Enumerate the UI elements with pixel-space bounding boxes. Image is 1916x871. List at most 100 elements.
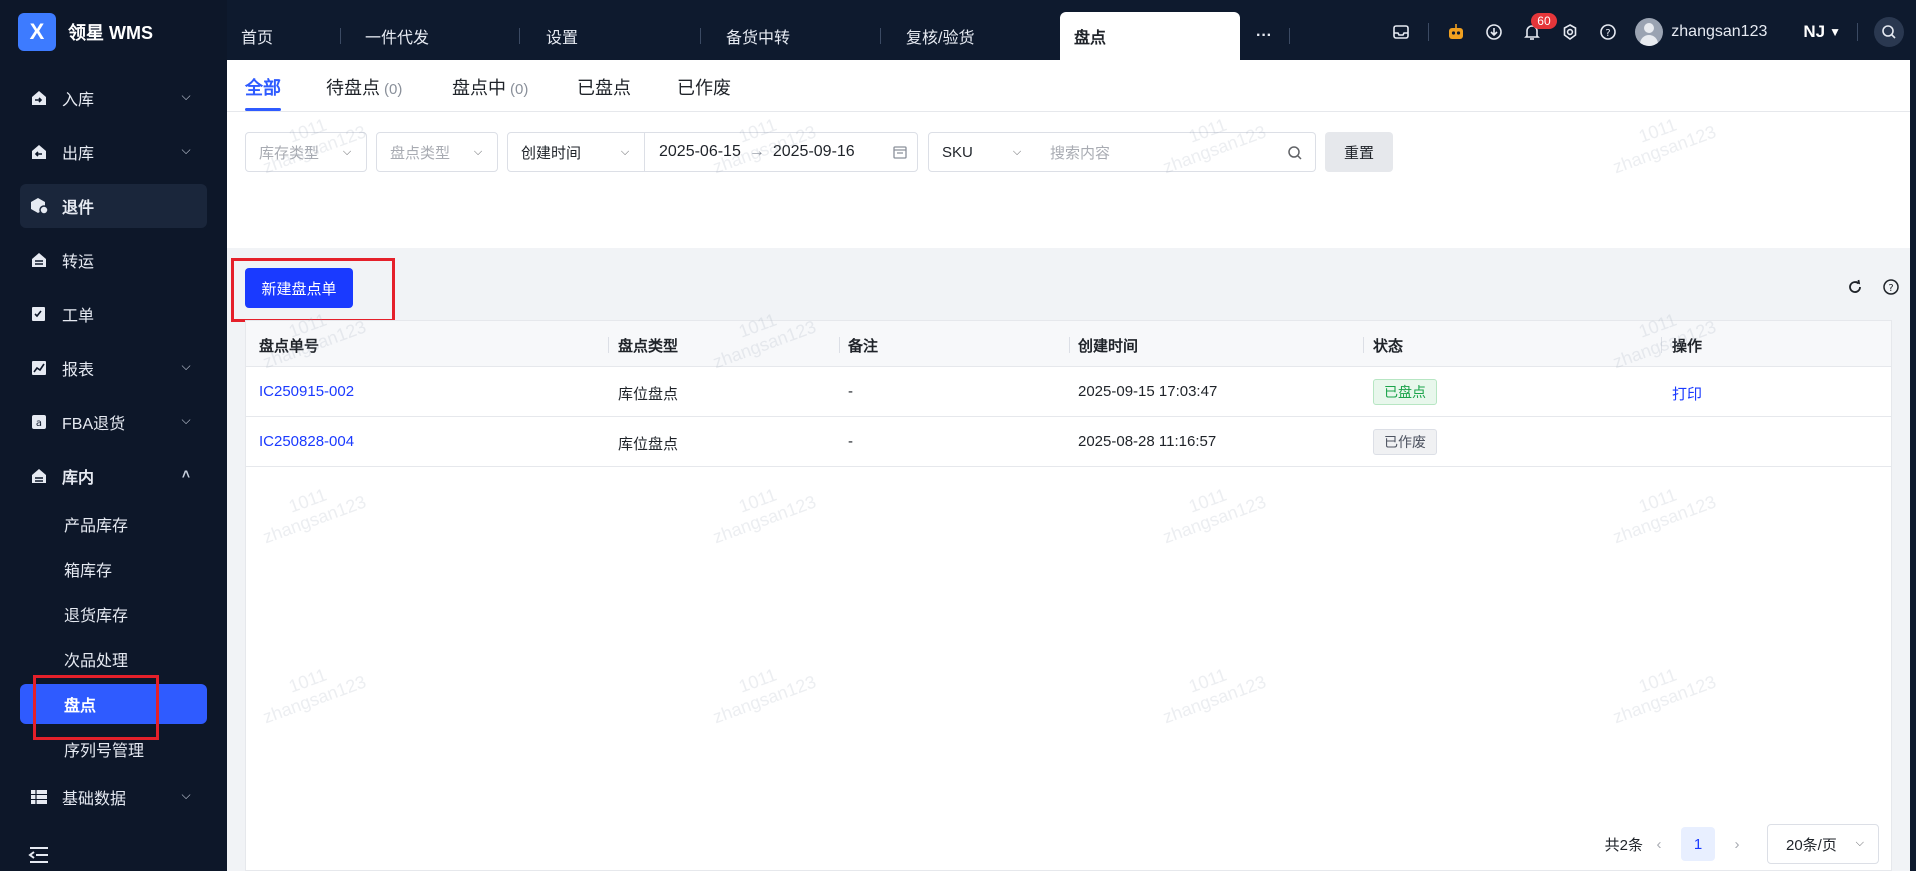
- chevron-down-icon: ⌵: [181, 412, 191, 427]
- time-field-select[interactable]: 创建时间 ⌵: [507, 132, 645, 172]
- settings-gear-icon[interactable]: [1559, 21, 1581, 43]
- avatar[interactable]: [1635, 18, 1664, 46]
- robot-icon[interactable]: [1445, 21, 1467, 43]
- select-placeholder: 库存类型: [259, 144, 320, 162]
- tab-home[interactable]: 首页: [227, 12, 347, 60]
- tab-label: 盘点中: [452, 78, 506, 98]
- sidebar-subitem-box-stock[interactable]: 箱库存: [20, 549, 207, 589]
- inbound-icon: [28, 87, 50, 109]
- sidebar-item-label: 转运: [62, 254, 95, 271]
- tab-label: 一件代发: [365, 30, 430, 47]
- sidebar-item-master-data[interactable]: 基础数据 ⌵: [20, 775, 207, 819]
- help-circle-icon[interactable]: ?: [1882, 278, 1900, 296]
- sidebar: X 领星 WMS 入库 ⌵ 出库 ⌵ 退件 转运 工单 报表 ⌵ a FBA退货…: [0, 0, 227, 871]
- tab-dropshipping[interactable]: 一件代发: [351, 12, 531, 60]
- next-page-icon[interactable]: ›: [1721, 836, 1753, 853]
- date-end: 2025-09-16: [772, 143, 855, 160]
- tab-count: (0): [510, 81, 529, 98]
- toolbar-divider: [1428, 23, 1430, 41]
- tab-restock-transfer[interactable]: 备货中转: [712, 12, 882, 60]
- tab-pending[interactable]: 待盘点 (0): [326, 74, 402, 100]
- tab-review-inspection[interactable]: 复核/验货: [892, 12, 1062, 60]
- print-link[interactable]: 打印: [1672, 383, 1702, 404]
- app-logo[interactable]: X 领星 WMS: [18, 13, 153, 51]
- select-value: 创建时间: [521, 144, 582, 162]
- sidebar-item-outbound[interactable]: 出库 ⌵: [20, 130, 207, 174]
- cell-note: -: [848, 433, 853, 450]
- chevron-down-icon: ⌵: [1855, 837, 1864, 849]
- outbound-icon: [28, 141, 50, 163]
- chevron-down-icon: ⌵: [181, 142, 191, 157]
- stock-type-select[interactable]: 库存类型 ⌵: [245, 132, 367, 172]
- tab-divider: [519, 28, 520, 44]
- page-number[interactable]: 1: [1681, 827, 1715, 861]
- collapse-sidebar-icon[interactable]: [28, 845, 50, 865]
- sidebar-item-label: 工单: [62, 308, 95, 325]
- search-field-select[interactable]: SKU ⌵: [928, 132, 1037, 172]
- tab-all[interactable]: 全部: [245, 74, 281, 100]
- global-search-icon[interactable]: [1874, 17, 1904, 47]
- main-content: 全部 待盘点 (0) 盘点中 (0) 已盘点 已作废 库存类型 ⌵ 盘点类型 ⌵ 创建时…: [227, 60, 1910, 871]
- tab-label: 待盘点: [326, 78, 380, 98]
- page-size-select[interactable]: 20条/页 ⌵: [1767, 824, 1879, 864]
- sidebar-subitem-return-stock[interactable]: 退货库存: [20, 594, 207, 634]
- highlight-box: [33, 675, 159, 740]
- tab-completed[interactable]: 已盘点: [577, 74, 631, 100]
- search-input[interactable]: 搜索内容: [1036, 132, 1316, 172]
- refresh-icon[interactable]: [1846, 278, 1864, 296]
- date-start: 2025-06-15: [659, 143, 741, 160]
- tab-in-progress[interactable]: 盘点中 (0): [452, 74, 528, 100]
- sidebar-item-fba-returns[interactable]: a FBA退货 ⌵: [20, 400, 207, 444]
- download-icon[interactable]: [1483, 21, 1505, 43]
- date-range-picker[interactable]: 2025-06-15 → 2025-09-16: [644, 132, 918, 172]
- count-type-select[interactable]: 盘点类型 ⌵: [376, 132, 498, 172]
- svg-text:?: ?: [1888, 283, 1893, 294]
- search-icon[interactable]: [1287, 145, 1303, 161]
- sidebar-item-work-order[interactable]: 工单: [20, 292, 207, 336]
- inbox-icon[interactable]: [1390, 21, 1412, 43]
- chevron-down-icon: ⌵: [1012, 145, 1022, 158]
- column-header: 盘点单号: [259, 338, 320, 355]
- sidebar-subitem-product-stock[interactable]: 产品库存: [20, 504, 207, 544]
- stocktake-id-link[interactable]: IC250915-002: [259, 383, 354, 400]
- column-divider: [1363, 337, 1364, 353]
- sidebar-item-inventory[interactable]: 库内 ˄: [20, 454, 207, 498]
- arrow-right-icon: →: [748, 143, 765, 160]
- sidebar-item-transfer[interactable]: 转运: [20, 238, 207, 282]
- stocktake-id-link[interactable]: IC250828-004: [259, 433, 354, 450]
- tab-label: 首页: [241, 30, 274, 47]
- action-bar: 新建盘点单 ?: [227, 248, 1910, 322]
- chevron-down-icon: ⌵: [181, 88, 191, 103]
- tab-stocktake[interactable]: 盘点: [1060, 12, 1240, 60]
- help-icon[interactable]: ?: [1597, 21, 1619, 43]
- sidebar-subitem-defect-handling[interactable]: 次品处理: [20, 639, 207, 679]
- sidebar-item-inbound[interactable]: 入库 ⌵: [20, 76, 207, 120]
- column-header: 盘点类型: [618, 338, 679, 355]
- work-order-icon: [28, 303, 50, 325]
- sidebar-item-label: 入库: [62, 92, 95, 109]
- prev-page-icon[interactable]: ‹: [1643, 836, 1675, 853]
- calendar-icon: [893, 145, 907, 159]
- table-header: 盘点单号 盘点类型 备注 创建时间 状态 操作: [246, 321, 1891, 367]
- tab-voided[interactable]: 已作废: [677, 74, 731, 100]
- highlight-box: [231, 258, 395, 322]
- column-header: 状态: [1373, 338, 1404, 355]
- org-code: NJ: [1803, 22, 1826, 41]
- master-data-icon: [28, 786, 50, 808]
- tab-label: 全部: [245, 78, 281, 98]
- select-placeholder: 盘点类型: [390, 144, 451, 162]
- org-switcher[interactable]: NJ ▼: [1803, 22, 1841, 42]
- status-tabs: 全部 待盘点 (0) 盘点中 (0) 已盘点 已作废: [227, 60, 1910, 112]
- svg-text:?: ?: [1606, 28, 1611, 39]
- reset-button[interactable]: 重置: [1325, 132, 1393, 172]
- toolbar-divider: [1857, 23, 1858, 41]
- sidebar-item-returns[interactable]: 退件: [20, 184, 207, 228]
- username[interactable]: zhangsan123: [1671, 23, 1767, 41]
- notification-bell-icon[interactable]: 60: [1521, 13, 1557, 43]
- tab-settings[interactable]: 设置: [532, 12, 702, 60]
- tab-label: 已盘点: [577, 78, 631, 98]
- warehouse-icon: [28, 465, 50, 487]
- sidebar-item-report[interactable]: 报表 ⌵: [20, 346, 207, 390]
- tab-divider: [880, 28, 881, 44]
- table-row: IC250915-002 库位盘点 - 2025-09-15 17:03:47 …: [246, 367, 1891, 417]
